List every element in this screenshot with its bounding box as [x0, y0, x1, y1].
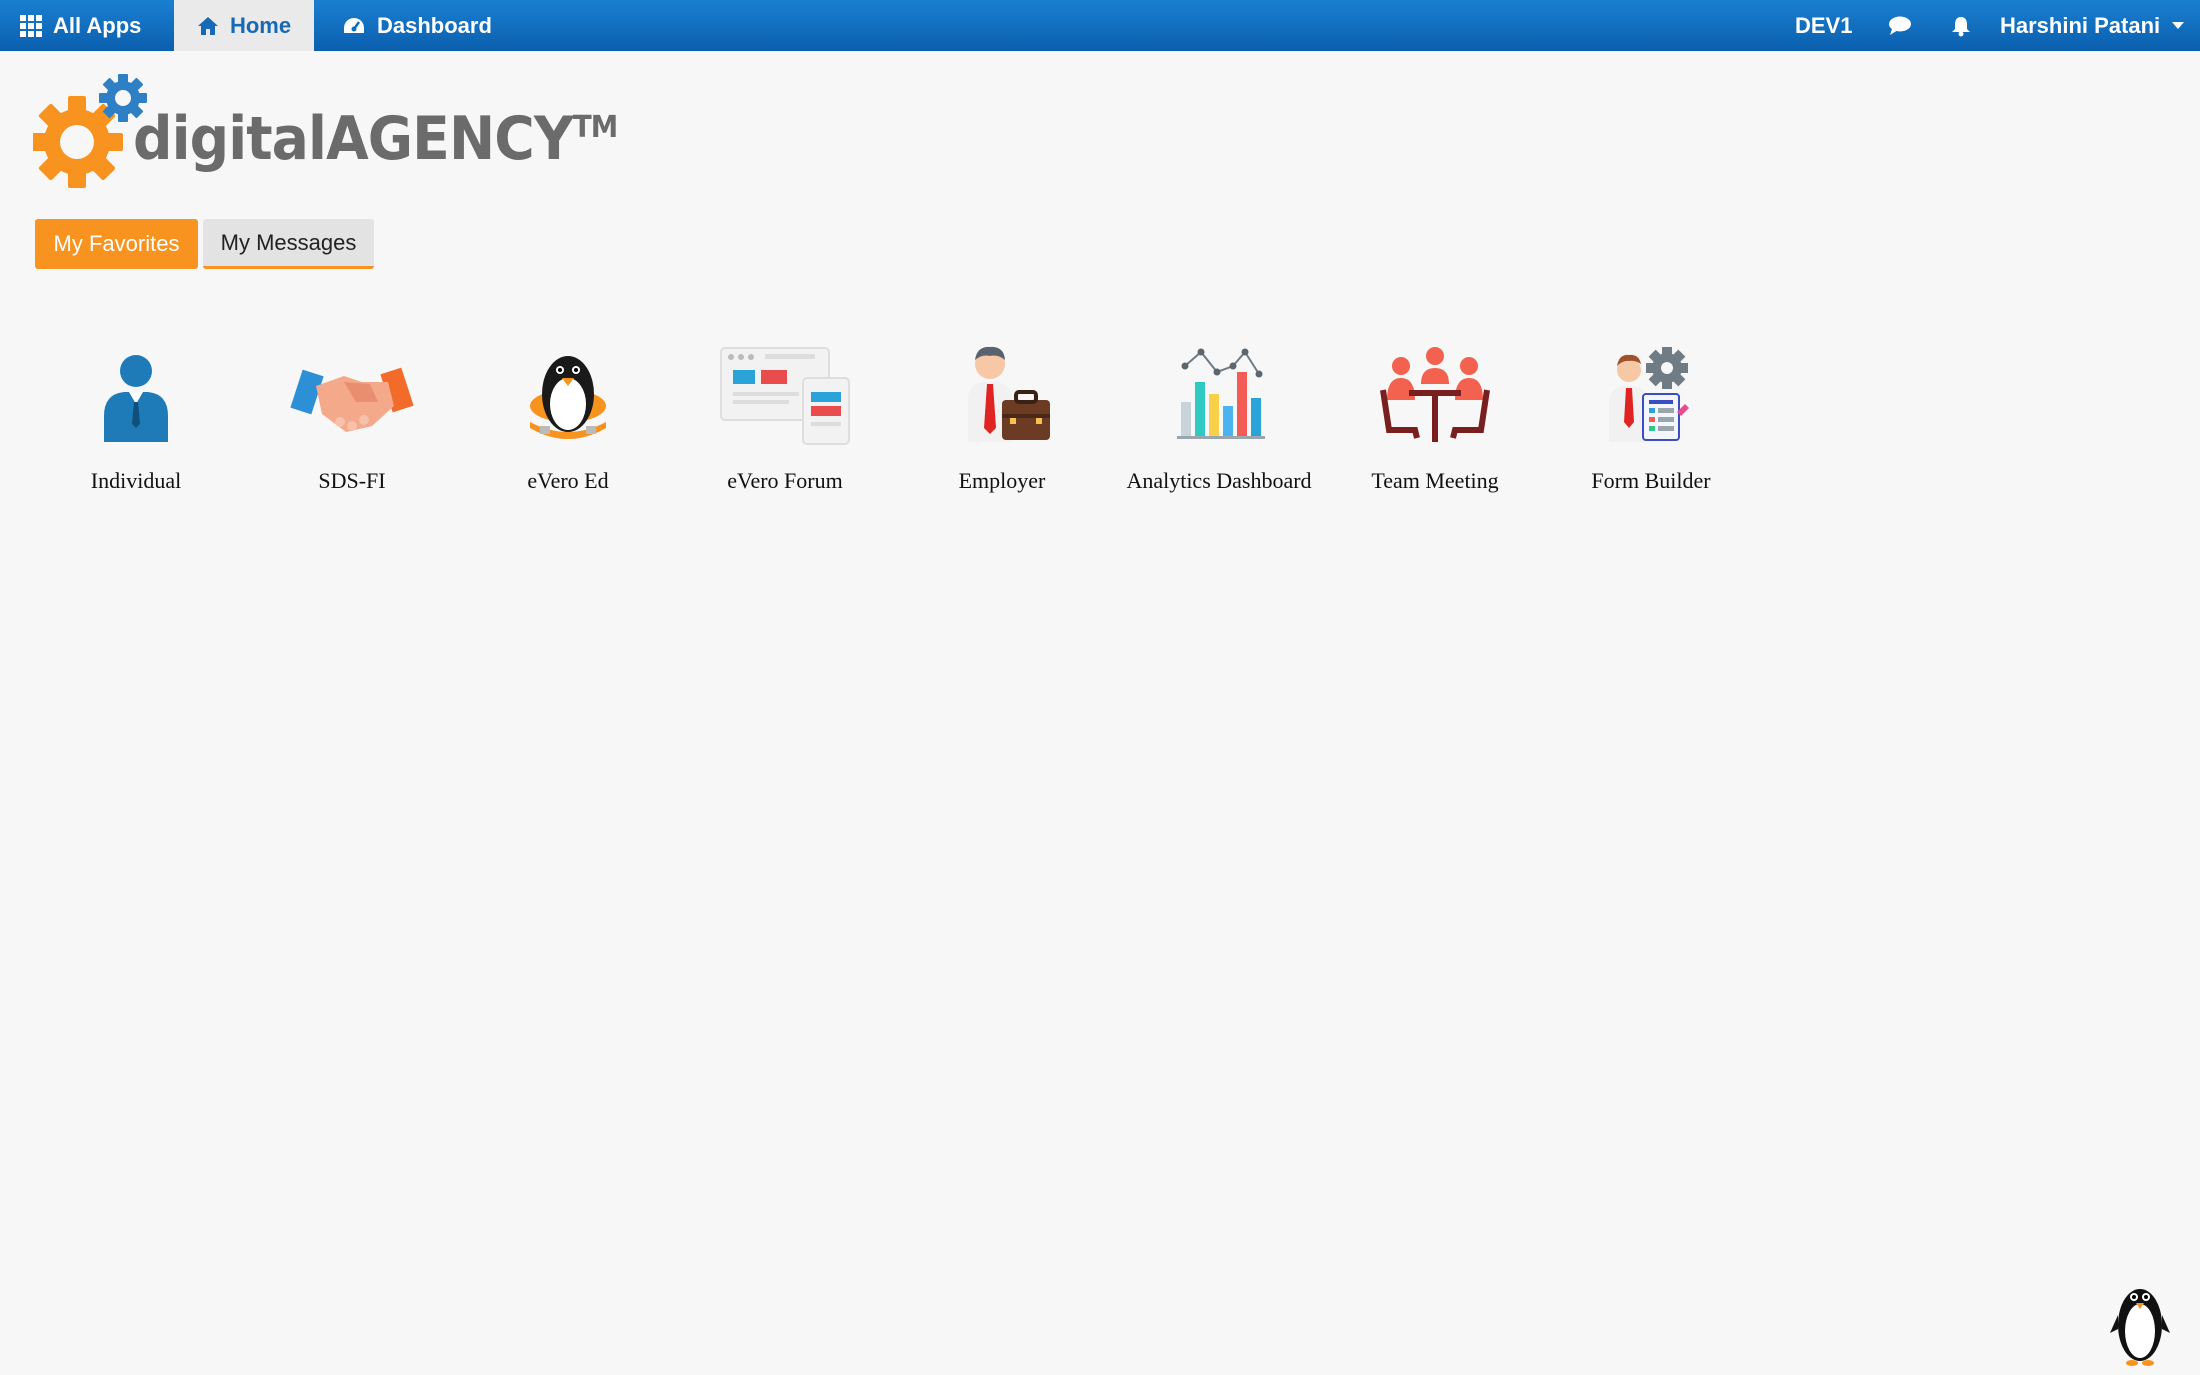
app-label: Team Meeting [1371, 468, 1499, 493]
app-label: eVero Ed [527, 468, 609, 493]
handshake-icon [282, 342, 422, 452]
app-label: SDS-FI [318, 468, 386, 493]
app-label: eVero Forum [727, 468, 843, 493]
chat-icon[interactable] [1888, 0, 1912, 51]
app-tile-evero-ed[interactable]: eVero Ed [460, 342, 676, 502]
dashboard-label: Dashboard [377, 12, 492, 38]
app-tile-form-builder[interactable]: Form Builder [1543, 342, 1759, 502]
all-apps-menu[interactable]: All Apps [20, 0, 141, 51]
app-tile-sds-fi[interactable]: SDS-FI [244, 342, 460, 502]
user-name: Harshini Patani [2000, 12, 2161, 38]
home-label: Home [229, 12, 292, 38]
app-tile-team-meeting[interactable]: Team Meeting [1327, 342, 1543, 502]
app-label: Form Builder [1591, 468, 1711, 493]
app-tile-individual[interactable]: Individual [28, 342, 244, 502]
tab-my-favorites[interactable]: My Favorites [35, 219, 198, 269]
dashboard-gauge-icon [342, 16, 366, 36]
individual-icon [66, 342, 206, 452]
logo-wordmark: digitalAGENCY [133, 104, 574, 174]
caret-down-icon [2172, 21, 2185, 30]
tab-my-messages[interactable]: My Messages [203, 219, 374, 269]
grid-icon [20, 14, 42, 37]
top-navigation-bar: All Apps Home Dashboard DEV1 Harshini Pa… [0, 0, 2200, 51]
bell-icon[interactable] [1950, 0, 1972, 51]
user-menu[interactable]: Harshini Patani [2000, 0, 2185, 51]
penguin-icon [498, 342, 638, 452]
digital-agency-logo: digitalAGENCYTM [33, 72, 618, 192]
all-apps-label: All Apps [53, 12, 142, 38]
analytics-chart-icon [1149, 342, 1289, 452]
forum-icon [715, 342, 855, 452]
team-meeting-icon [1365, 342, 1505, 452]
home-icon [197, 16, 219, 36]
environment-label: DEV1 [1795, 12, 1853, 38]
app-tile-analytics-dashboard[interactable]: Analytics Dashboard [1111, 342, 1327, 502]
app-label: Employer [958, 468, 1046, 493]
logo-trademark: TM [572, 110, 618, 145]
form-builder-icon [1581, 342, 1721, 452]
penguin-helper-icon[interactable] [2108, 1275, 2172, 1367]
app-tile-evero-forum[interactable]: eVero Forum [677, 342, 893, 502]
employer-icon [932, 342, 1072, 452]
app-label: Analytics Dashboard [1126, 468, 1312, 493]
tab-home[interactable]: Home [174, 0, 314, 51]
app-tile-employer[interactable]: Employer [894, 342, 1110, 502]
app-label: Individual [90, 468, 182, 493]
tab-dashboard[interactable]: Dashboard [342, 0, 492, 51]
